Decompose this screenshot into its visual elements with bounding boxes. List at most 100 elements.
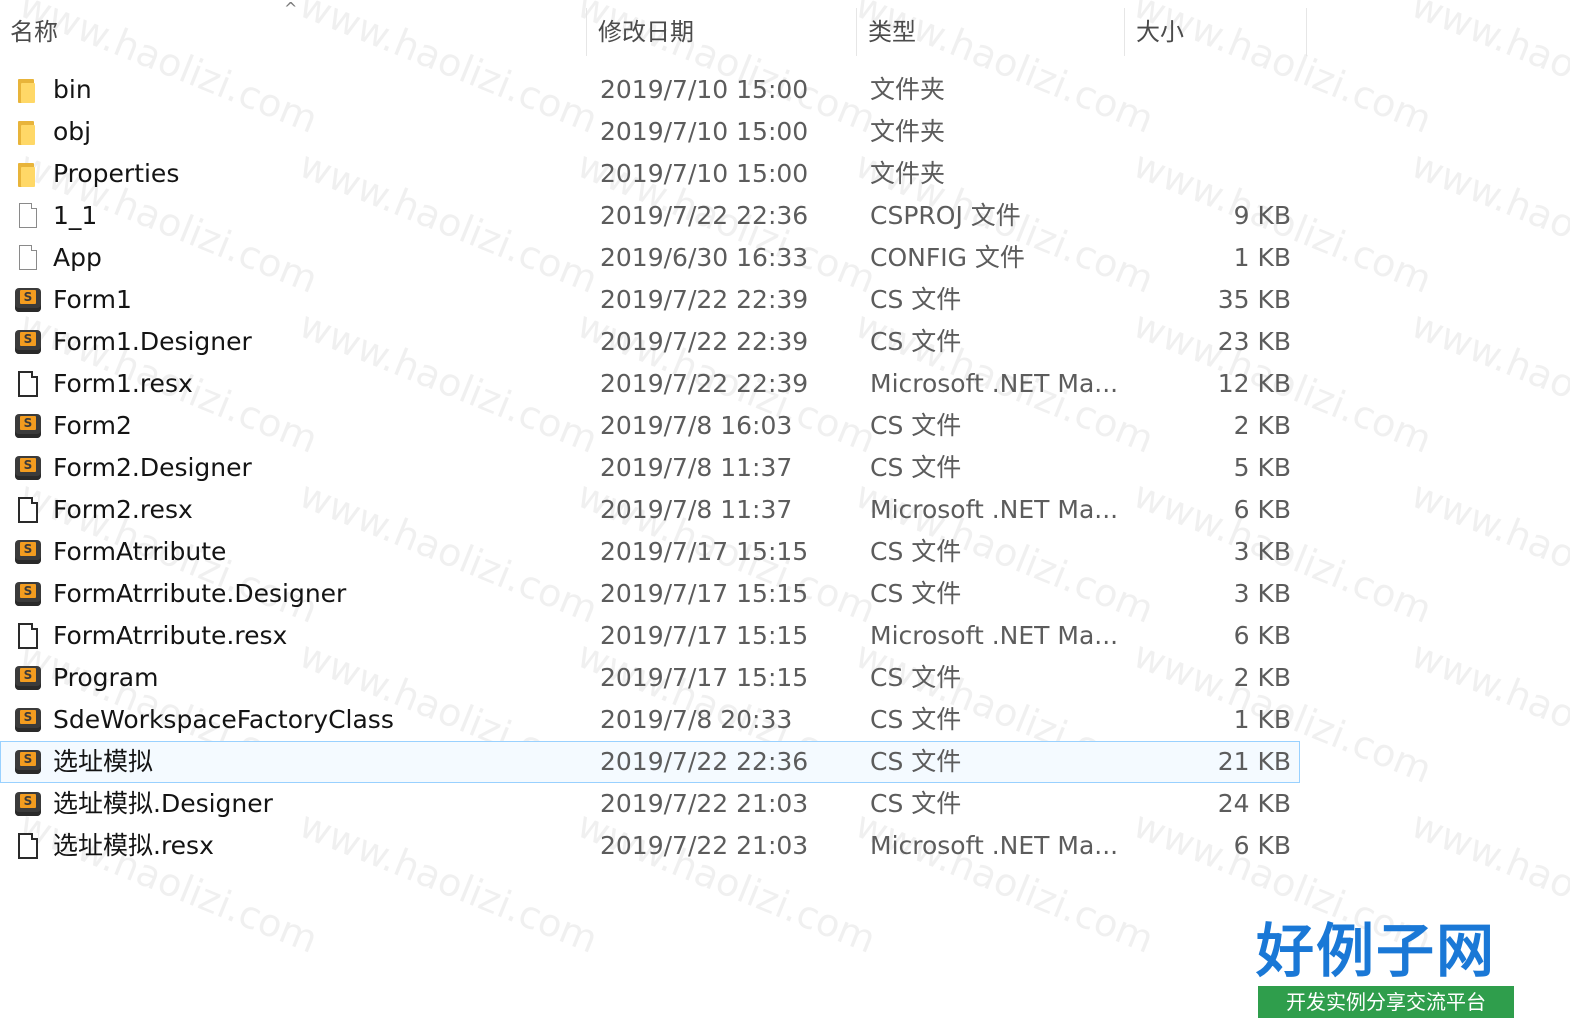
logo-title: 好例子网: [1256, 917, 1497, 985]
column-divider[interactable]: [1124, 8, 1125, 56]
file-size: 23 KB: [1217, 327, 1291, 356]
file-date: 2019/7/22 22:39: [600, 327, 809, 356]
file-name: Form2.resx: [53, 495, 193, 524]
resx-file-icon: [13, 496, 43, 524]
cs-file-icon: S: [13, 790, 43, 818]
file-size: 9 KB: [1233, 201, 1291, 230]
file-date: 2019/7/22 22:36: [600, 747, 809, 776]
file-size: 3 KB: [1233, 537, 1291, 566]
file-size: 6 KB: [1233, 495, 1291, 524]
file-type: CS 文件: [870, 705, 962, 734]
file-row[interactable]: S FormAtrribute 2019/7/17 15:15 CS 文件 3 KB: [0, 531, 1300, 573]
file-row[interactable]: S 选址模拟 2019/7/22 22:36 CS 文件 21 KB: [0, 741, 1300, 783]
file-type: 文件夹: [870, 159, 946, 188]
file-name: Form2.Designer: [53, 453, 252, 482]
cs-file-icon: S: [13, 328, 43, 356]
file-size: 1 KB: [1233, 243, 1291, 272]
file-row[interactable]: bin 2019/7/10 15:00 文件夹: [0, 69, 1300, 111]
file-date: 2019/7/22 21:03: [600, 789, 809, 818]
file-date: 2019/7/10 15:00: [600, 117, 809, 146]
file-row[interactable]: S Form2 2019/7/8 16:03 CS 文件 2 KB: [0, 405, 1300, 447]
file-row[interactable]: S Program 2019/7/17 15:15 CS 文件 2 KB: [0, 657, 1300, 699]
cs-file-icon: S: [13, 664, 43, 692]
file-type: CS 文件: [870, 789, 962, 818]
file-list: bin 2019/7/10 15:00 文件夹 obj 2019/7/10 15:00 文…: [0, 69, 1570, 867]
column-divider[interactable]: [856, 8, 857, 56]
file-name: Form1: [53, 285, 132, 314]
file-name: Form1.resx: [53, 369, 193, 398]
file-date: 2019/6/30 16:33: [600, 243, 809, 272]
file-name: 1_1: [53, 201, 98, 230]
cs-file-icon: S: [13, 580, 43, 608]
file-explorer-window: www.haolizi.com www.haolizi.com www.haoliz…: [0, 0, 1570, 1030]
file-name: 选址模拟: [53, 747, 154, 776]
cs-file-icon: S: [13, 286, 43, 314]
file-size: 6 KB: [1233, 831, 1291, 860]
file-date: 2019/7/22 22:39: [600, 285, 809, 314]
column-header-size[interactable]: 大小: [1126, 10, 1306, 56]
file-row[interactable]: S Form2.Designer 2019/7/8 11:37 CS 文件 5 KB: [0, 447, 1300, 489]
column-divider[interactable]: [586, 8, 587, 56]
file-name: 选址模拟.resx: [53, 831, 214, 860]
cs-file-icon: S: [13, 412, 43, 440]
file-type: CS 文件: [870, 327, 962, 356]
file-name: FormAtrribute.resx: [53, 621, 288, 650]
file-size: 2 KB: [1233, 663, 1291, 692]
file-row[interactable]: FormAtrribute.resx 2019/7/17 15:15 Microso…: [0, 615, 1300, 657]
file-row[interactable]: 选址模拟.resx 2019/7/22 21:03 Microsoft .NET M…: [0, 825, 1300, 867]
file-type: Microsoft .NET Ma...: [870, 369, 1119, 398]
file-type: CS 文件: [870, 747, 962, 776]
file-date: 2019/7/22 22:36: [600, 201, 809, 230]
file-size: 2 KB: [1233, 411, 1291, 440]
file-row[interactable]: S SdeWorkspaceFactoryClass 2019/7/8 20:33 C…: [0, 699, 1300, 741]
file-row[interactable]: Form2.resx 2019/7/8 11:37 Microsoft .NET M…: [0, 489, 1300, 531]
file-size: [1131, 154, 1291, 194]
file-size: 6 KB: [1233, 621, 1291, 650]
file-row[interactable]: 1_1 2019/7/22 22:36 CSPROJ 文件 9 KB: [0, 195, 1300, 237]
file-name: 选址模拟.Designer: [53, 789, 273, 818]
file-name: Form1.Designer: [53, 327, 252, 356]
file-date: 2019/7/17 15:15: [600, 537, 809, 566]
column-header-date-modified[interactable]: 修改日期: [588, 10, 856, 56]
cs-file-icon: S: [13, 454, 43, 482]
file-size: [1131, 70, 1291, 110]
file-type: CSPROJ 文件: [870, 201, 1021, 230]
file-type: 文件夹: [870, 75, 946, 104]
resx-file-icon: [13, 832, 43, 860]
resx-file-icon: [13, 622, 43, 650]
file-row[interactable]: S FormAtrribute.Designer 2019/7/17 15:15 CS…: [0, 573, 1300, 615]
file-name: FormAtrribute: [53, 537, 227, 566]
file-date: 2019/7/22 21:03: [600, 831, 809, 860]
file-row[interactable]: S Form1 2019/7/22 22:39 CS 文件 35 KB: [0, 279, 1300, 321]
file-type: CS 文件: [870, 579, 962, 608]
file-row[interactable]: Properties 2019/7/10 15:00 文件夹: [0, 153, 1300, 195]
file-type: Microsoft .NET Ma...: [870, 621, 1119, 650]
file-row[interactable]: S Form1.Designer 2019/7/22 22:39 CS 文件 23 KB: [0, 321, 1300, 363]
file-size: 1 KB: [1233, 705, 1291, 734]
file-size: 21 KB: [1217, 747, 1291, 776]
file-type: CS 文件: [870, 411, 962, 440]
file-row[interactable]: Form1.resx 2019/7/22 22:39 Microsoft .NET …: [0, 363, 1300, 405]
cs-file-icon: S: [13, 706, 43, 734]
file-date: 2019/7/10 15:00: [600, 75, 809, 104]
column-header-type[interactable]: 类型: [858, 10, 1124, 56]
file-name: App: [53, 243, 102, 272]
column-header-name[interactable]: 名称: [0, 10, 586, 56]
file-date: 2019/7/10 15:00: [600, 159, 809, 188]
file-date: 2019/7/8 11:37: [600, 453, 793, 482]
file-name: Program: [53, 663, 159, 692]
file-name: Form2: [53, 411, 132, 440]
file-type: Microsoft .NET Ma...: [870, 831, 1119, 860]
file-name: FormAtrribute.Designer: [53, 579, 347, 608]
folder-icon: [13, 118, 43, 146]
file-icon: [13, 202, 43, 230]
file-row[interactable]: App 2019/6/30 16:33 CONFIG 文件 1 KB: [0, 237, 1300, 279]
file-type: CS 文件: [870, 663, 962, 692]
column-divider[interactable]: [1306, 8, 1307, 56]
file-type: 文件夹: [870, 117, 946, 146]
file-row[interactable]: obj 2019/7/10 15:00 文件夹: [0, 111, 1300, 153]
file-row[interactable]: S 选址模拟.Designer 2019/7/22 21:03 CS 文件 24 KB: [0, 783, 1300, 825]
file-name: bin: [53, 75, 92, 104]
resx-file-icon: [13, 370, 43, 398]
file-size: 3 KB: [1233, 579, 1291, 608]
